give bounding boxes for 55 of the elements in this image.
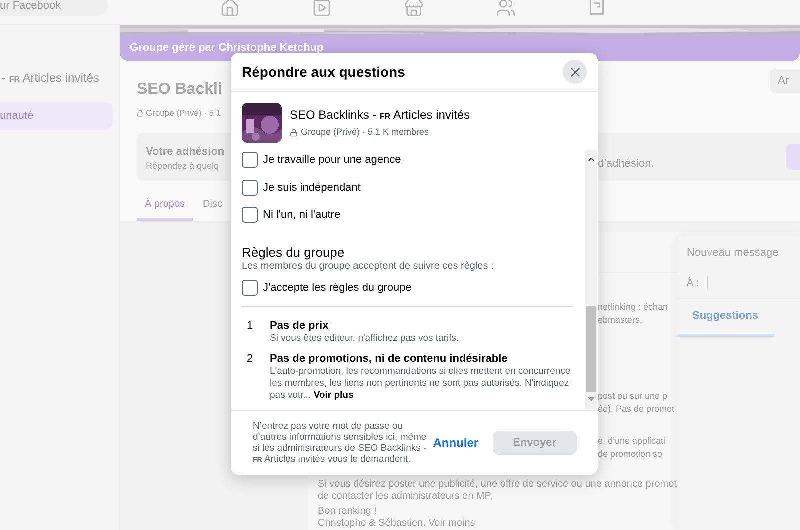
membership-subtitle: Répondez à quelq [146,160,220,174]
rule-description: Si vous êtes éditeur, n'affichez pas vos tarifs. [270,333,460,345]
option-label: Je travaille pour une agence [263,153,402,168]
text-fragment: de promotion so [598,448,664,461]
scroll-up-icon[interactable] [586,155,596,164]
membership-subtitle-end: d’adhésion. [598,157,654,172]
to-label: À : [687,276,700,290]
scrollbar[interactable] [585,150,597,410]
about-line: de contacter les administrateurs en MP. [318,491,494,503]
text-fragment: ée). Pas de promot [598,403,675,416]
option-label: Je suis indépendant [263,180,361,196]
group-title: SEO Backli [136,80,222,100]
checkbox[interactable] [242,207,258,224]
rules-title: Règles du groupe [242,244,346,260]
action-button[interactable]: Ar [770,68,800,93]
groups-icon[interactable] [496,0,516,18]
rules-subtitle: Les membres du groupe acceptent de suivre ces règles : [242,260,495,274]
video-icon[interactable] [312,0,332,18]
rule-title: Pas de promotions, ni de contenu indésirable [270,352,509,366]
text-fragment: post ou sur une p [598,390,669,403]
scroll-thumb[interactable] [586,306,596,392]
messenger-title: Nouveau message [687,246,780,261]
lock-icon [137,110,144,117]
rule-number: 2 [247,352,253,367]
group-name[interactable]: - FR Articles invités [0,71,119,87]
group-meta: Groupe (Privé) · 5,1 K membres [301,127,430,138]
scroll-down-icon[interactable] [588,397,594,402]
sidebar-item[interactable]: unauté [0,102,113,130]
dialog-title: Répondre aux questions [242,62,406,82]
see-more-link[interactable]: Voir plus [314,390,354,401]
rule-number: 1 [247,319,253,334]
group-name: SEO Backlinks - FR Articles invités [290,108,470,124]
tab[interactable]: Disc [195,191,230,221]
checkbox[interactable] [242,280,258,296]
cancel-button[interactable]: Annuler [431,434,481,452]
group-meta: Groupe (Privé) · 5,1 [146,106,222,120]
home-icon[interactable] [220,0,240,18]
lock-icon [290,128,298,136]
option-label: J'accepte les règles du groupe [263,280,412,296]
rule-title: Pas de prix [270,319,330,333]
tab[interactable]: Suggestions [677,299,774,337]
checkbox[interactable] [242,180,258,196]
checkbox[interactable] [242,152,258,168]
option-label: Ni l'un, ni l'autre [263,208,341,223]
about-line: Bon ranking ! [318,506,378,518]
about-line: Si vous désirez poster une publicité, une offre de service ou une annonce promot [318,479,678,491]
rule-description: L'auto-promotion, les recommandations si elles mettent en concurrence les membres, les liens non pertinents ne sont pas autorisés. N'indiquez pas votr... Voir plus [270,366,572,402]
close-button[interactable] [563,60,587,84]
text-fragment: e, d’une applicati [598,435,667,448]
about-line: Christophe & Sébastien. Voir moins [318,518,476,530]
store-icon[interactable] [404,0,424,18]
search-field[interactable]: ur Facebook [0,0,108,16]
membership-title: Votre adhésion [146,145,226,160]
text-fragment: netlinking : échan [598,301,670,314]
text-fragment: ebmasters. [598,314,644,327]
